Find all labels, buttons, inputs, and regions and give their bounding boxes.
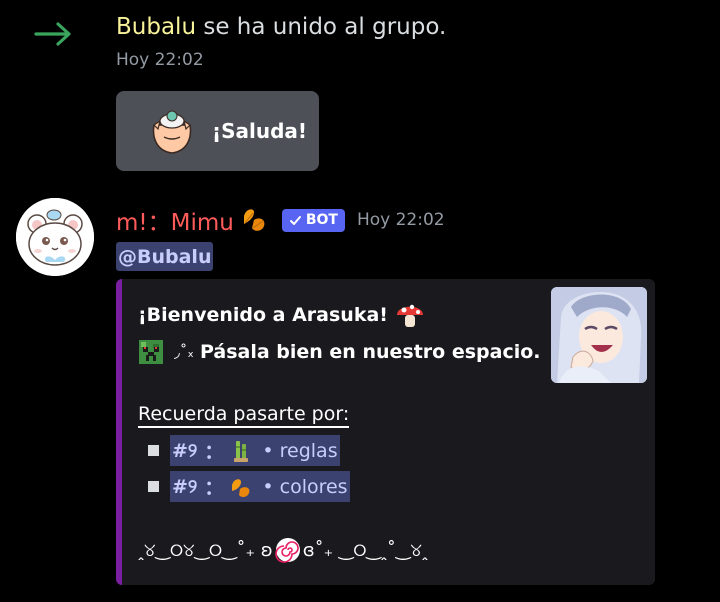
autumn-leaves-icon <box>243 209 265 231</box>
wave-button-label: ¡Saluda! <box>212 119 308 143</box>
bear-avatar-icon <box>16 198 94 276</box>
verified-check-icon <box>289 215 301 225</box>
leaf-icon <box>232 478 250 497</box>
message-header: m!：Mimu BOT Hoy 22:02 <box>116 203 445 237</box>
message-timestamp: Hoy 22:02 <box>356 210 445 230</box>
user-mention[interactable]: @Bubalu <box>116 242 214 271</box>
welcome-embed: ¡Bienvenido a Arasuka! ◞˚ₓ Pásala bien e… <box>116 279 655 585</box>
list-bullet <box>148 445 159 456</box>
mushroom-icon <box>396 304 423 327</box>
bot-tag-label: BOT <box>305 212 338 228</box>
join-arrow-icon <box>34 22 71 46</box>
embed-title-text: ¡Bienvenido a Arasuka! <box>138 304 388 326</box>
creeper-icon <box>139 340 163 364</box>
channel-separator: ： <box>204 477 224 499</box>
join-timestamp: Hoy 22:02 <box>116 50 204 70</box>
embed-reminder-heading: Recuerda pasarte por: <box>138 403 350 428</box>
channel-prefix: #୨ <box>172 439 198 462</box>
author-avatar[interactable] <box>16 198 94 276</box>
join-message-text: se ha unido al grupo. <box>196 14 447 40</box>
chat-root: Bubalu se ha unido al grupo. Hoy 22:02 ¡… <box>0 0 720 602</box>
channel-name: colores <box>279 475 348 498</box>
wave-button[interactable]: ¡Saluda! <box>116 91 319 171</box>
bot-tag: BOT <box>281 208 345 232</box>
channel-name: reglas <box>279 439 338 462</box>
join-message: Bubalu se ha unido al grupo. <box>116 14 446 40</box>
author-name[interactable]: m!：Mimu <box>116 203 234 237</box>
embed-kaomoji: ◞˚ₓ <box>174 343 194 361</box>
footer-deco-left: ꞈ୪‿୦୪‿୦‿˚₊ ʚ <box>138 539 273 561</box>
join-username[interactable]: Bubalu <box>116 14 196 40</box>
footer-deco-right: ɞ˚₊ ‿୦‿ꞈ˚‿୪ꞈ <box>302 539 428 561</box>
channel-link-colores[interactable]: #୨ ： • colores <box>170 471 350 502</box>
embed-intro-line: ◞˚ₓ Pásala bien en nuestro espacio. <box>138 339 540 365</box>
embed-accent-bar <box>116 279 122 585</box>
bamboo-icon <box>234 440 249 462</box>
channel-prefix: #୨ <box>172 475 198 498</box>
wave-sticker-icon <box>152 110 192 154</box>
embed-thumbnail[interactable] <box>551 287 647 383</box>
embed-decorative-footer: ꞈ୪‿୦୪‿୦‿˚₊ ʚ ɞ˚₊ ‿୦‿ꞈ˚‿୪ꞈ <box>138 537 428 563</box>
embed-title: ¡Bienvenido a Arasuka! <box>138 299 426 331</box>
embed-intro-text: Pásala bien en nuestro espacio. <box>199 341 541 363</box>
list-item: #୨ ： • colores <box>148 471 350 502</box>
list-item: #୨ ： • reglas <box>148 435 340 466</box>
anime-girl-thumbnail-icon <box>551 287 647 383</box>
channel-link-reglas[interactable]: #୨ ： • reglas <box>170 435 340 466</box>
swirl-icon <box>274 538 300 563</box>
channel-separator: ： <box>204 441 224 463</box>
list-bullet <box>148 481 159 492</box>
